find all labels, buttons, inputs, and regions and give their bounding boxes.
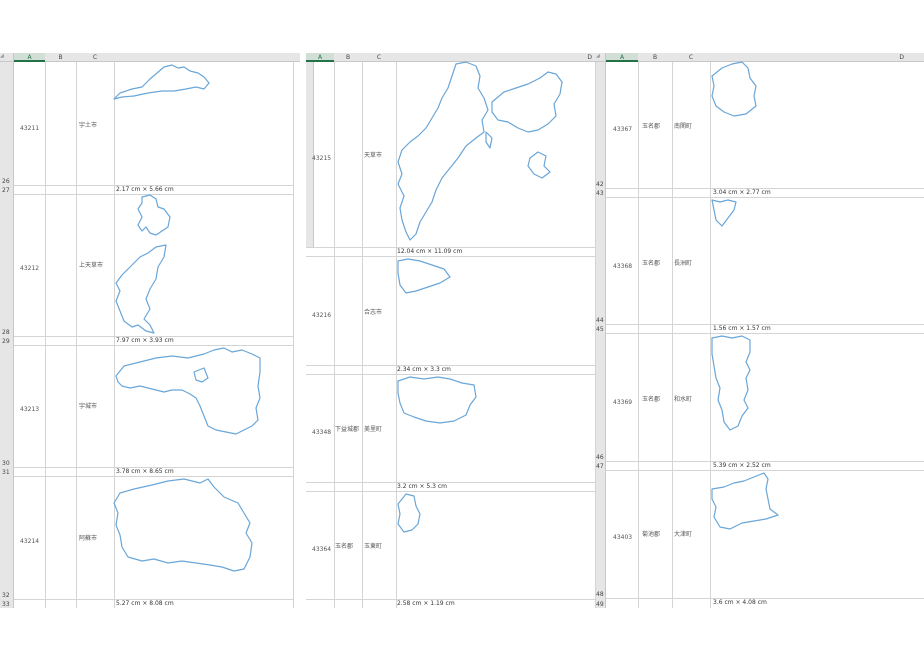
column-header-d[interactable] <box>114 53 300 62</box>
municipality-outline-43212 <box>115 194 171 334</box>
column-header-c[interactable]: C <box>362 53 396 62</box>
municipality-outline-43213 <box>115 347 261 435</box>
cell-size[interactable]: 3.2 cm × 5.3 cm <box>397 483 447 490</box>
row-header-30[interactable]: 30 <box>0 345 14 467</box>
column-header-a[interactable]: A <box>306 53 334 62</box>
cell-code[interactable]: 43215 <box>312 155 331 162</box>
row-header-49[interactable]: 49 <box>596 598 606 608</box>
cell-code[interactable]: 43214 <box>20 538 39 545</box>
cell-code[interactable]: 43211 <box>20 125 39 132</box>
cell-size[interactable]: 2.58 cm × 1.19 cm <box>397 600 455 607</box>
municipality-outline-43403 <box>711 472 779 530</box>
cell-district[interactable]: 玉名郡 <box>642 121 660 130</box>
cell-code[interactable]: 43364 <box>312 546 331 553</box>
row-header-45[interactable]: 45 <box>596 324 606 333</box>
cell-code[interactable]: 43367 <box>613 126 632 133</box>
column-header-d[interactable]: D <box>396 53 598 62</box>
cell-city[interactable]: 玉東町 <box>364 541 382 550</box>
select-all-corner[interactable]: ◢ <box>596 53 606 62</box>
sheet-panel-2: A B C D 34 34 43215 天草市 12.04 cm × 11.09… <box>306 53 598 608</box>
municipality-outline-43369 <box>711 335 751 431</box>
municipality-outline-43368 <box>711 199 737 227</box>
municipality-outline-43216 <box>397 258 451 294</box>
cell-size[interactable]: 3.6 cm × 4.08 cm <box>713 599 767 606</box>
row-header-28[interactable]: 28 <box>0 194 14 336</box>
cell-district[interactable]: 玉名郡 <box>642 394 660 403</box>
cell-city[interactable]: 上天草市 <box>79 260 103 269</box>
row-header-46[interactable]: 46 <box>596 333 606 461</box>
row-header-26[interactable]: 26 <box>0 62 14 185</box>
cell-size[interactable]: 12.04 cm × 11.09 cm <box>397 248 462 255</box>
municipality-outline-43214 <box>113 478 253 572</box>
column-header-c[interactable]: C <box>672 53 710 62</box>
column-header-d[interactable]: D <box>710 53 924 62</box>
cell-city[interactable]: 長洲町 <box>674 258 692 267</box>
column-header-a[interactable]: A <box>606 53 638 62</box>
cell-code[interactable]: 43403 <box>613 534 632 541</box>
row-header-44[interactable]: 44 <box>596 197 606 324</box>
cell-size[interactable]: 5.39 cm × 2.52 cm <box>713 462 771 469</box>
cell-code[interactable]: 43212 <box>20 265 39 272</box>
column-header-a[interactable]: A <box>14 53 45 62</box>
row-header-48[interactable]: 48 <box>596 470 606 598</box>
select-all-corner[interactable]: ◢ <box>0 53 14 62</box>
sheet-panel-3: ◢ A B C D 42 43 44 45 46 47 48 49 43367 … <box>596 53 924 608</box>
column-header-b[interactable]: B <box>334 53 362 62</box>
cell-city[interactable]: 天草市 <box>364 150 382 159</box>
row-header-32[interactable]: 32 <box>0 476 14 599</box>
municipality-outline-43215 <box>397 61 563 241</box>
row-header-47[interactable]: 47 <box>596 461 606 470</box>
cell-size[interactable]: 3.78 cm × 8.65 cm <box>116 468 174 475</box>
cell-city[interactable]: 南関町 <box>674 121 692 130</box>
municipality-outline-43348 <box>397 376 477 424</box>
municipality-outline-43364 <box>397 493 421 533</box>
cell-size[interactable]: 1.56 cm × 1.57 cm <box>713 325 771 332</box>
cell-code[interactable]: 43369 <box>613 399 632 406</box>
cell-code[interactable]: 43213 <box>20 406 39 413</box>
cell-city[interactable]: 合志市 <box>364 307 382 316</box>
cell-city[interactable]: 大津町 <box>674 529 692 538</box>
cell-code[interactable]: 43368 <box>613 263 632 270</box>
row-header-31[interactable]: 31 <box>0 467 14 476</box>
column-header-b[interactable]: B <box>45 53 76 62</box>
cell-city[interactable]: 宇城市 <box>79 401 97 410</box>
cell-district[interactable]: 菊池郡 <box>642 529 660 538</box>
cell-size[interactable]: 3.04 cm × 2.77 cm <box>713 189 771 196</box>
cell-district[interactable]: 玉名郡 <box>642 258 660 267</box>
row-header-29[interactable]: 29 <box>0 336 14 345</box>
column-header-b[interactable]: B <box>638 53 672 62</box>
row-header-43[interactable]: 43 <box>596 188 606 197</box>
cell-city[interactable]: 和水町 <box>674 394 692 403</box>
cell-size[interactable]: 7.97 cm × 3.93 cm <box>116 337 174 344</box>
cell-city[interactable]: 阿蘇市 <box>79 533 97 542</box>
cell-city[interactable]: 宇土市 <box>79 120 97 129</box>
column-header-c[interactable]: C <box>76 53 114 62</box>
municipality-outline-43367 <box>711 61 757 117</box>
cell-size[interactable]: 2.17 cm × 5.66 cm <box>116 186 174 193</box>
sheet-panel-1: ◢ A B C 26 27 28 29 30 31 32 33 43211 宇土… <box>0 53 300 608</box>
municipality-outline-43211 <box>113 64 210 100</box>
row-header-42[interactable]: 42 <box>596 62 606 188</box>
cell-district[interactable]: 玉名郡 <box>335 541 353 550</box>
cell-district[interactable]: 下益城郡 <box>335 424 359 433</box>
cell-size[interactable]: 2.34 cm × 3.3 cm <box>397 366 451 373</box>
cell-size[interactable]: 5.27 cm × 8.08 cm <box>116 600 174 607</box>
cell-city[interactable]: 美里町 <box>364 424 382 433</box>
row-header-33[interactable]: 33 <box>0 599 14 608</box>
cell-code[interactable]: 43216 <box>312 312 331 319</box>
cell-code[interactable]: 43348 <box>312 429 331 436</box>
row-header-27[interactable]: 27 <box>0 185 14 194</box>
